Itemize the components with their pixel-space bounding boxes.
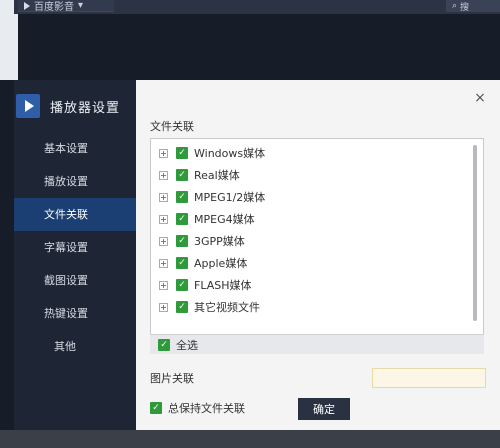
checkbox-checked-icon[interactable]: ✓ [176, 301, 188, 313]
background-search-label: 搜 [460, 2, 470, 13]
expand-icon[interactable] [159, 280, 168, 290]
image-association-heading: 图片关联 [150, 372, 194, 385]
checkbox-checked-icon[interactable]: ✓ [176, 213, 188, 225]
list-scrollbar[interactable] [473, 145, 477, 321]
ok-button[interactable]: 确定 [298, 398, 350, 420]
chevron-down-icon: ▾ [78, 0, 84, 11]
background-app-menu[interactable]: 百度影音 ▾ [18, 0, 114, 13]
background-status-strip [0, 430, 500, 448]
list-item[interactable]: ✓ FLASH媒体 [159, 275, 252, 295]
background-app-title: 百度影音 [34, 2, 74, 13]
expand-icon[interactable] [159, 192, 168, 202]
expand-icon[interactable] [159, 236, 168, 246]
checkbox-checked-icon[interactable]: ✓ [176, 235, 188, 247]
settings-panel: × 文件关联 ✓ Windows媒体 ✓ Real媒体 ✓ MPEG1/2媒体 … [136, 80, 500, 430]
sidebar-item-file-association[interactable]: 文件关联 [14, 198, 136, 231]
sidebar-item-screenshot[interactable]: 截图设置 [14, 264, 136, 297]
file-association-heading: 文件关联 [150, 120, 194, 133]
image-association-field [372, 368, 486, 388]
dialog-title: 播放器设置 [50, 100, 121, 116]
list-item[interactable]: ✓ Apple媒体 [159, 253, 247, 273]
list-item[interactable]: ✓ Windows媒体 [159, 143, 265, 163]
list-item[interactable]: ✓ 其它视频文件 [159, 297, 260, 317]
checkbox-checked-icon[interactable]: ✓ [176, 169, 188, 181]
sidebar-item-other[interactable]: 其他 [14, 330, 136, 363]
checkbox-checked-icon[interactable]: ✓ [158, 338, 170, 351]
list-item[interactable]: ✓ Real媒体 [159, 165, 240, 185]
expand-icon[interactable] [159, 148, 168, 158]
expand-icon[interactable] [159, 258, 168, 268]
file-type-list: ✓ Windows媒体 ✓ Real媒体 ✓ MPEG1/2媒体 ✓ MPEG4… [150, 138, 484, 352]
player-settings-dialog: 播放器设置 基本设置 播放设置 文件关联 字幕设置 截图设置 热键设置 其他 ×… [14, 80, 500, 432]
checkbox-checked-icon[interactable]: ✓ [150, 402, 162, 414]
checkbox-checked-icon[interactable]: ✓ [176, 257, 188, 269]
select-all-row[interactable]: ✓ 全选 [150, 334, 484, 354]
player-logo-icon [16, 94, 40, 118]
list-item[interactable]: ✓ MPEG1/2媒体 [159, 187, 265, 207]
sidebar-item-hotkeys[interactable]: 热键设置 [14, 297, 136, 330]
select-all-label: 全选 [176, 338, 198, 352]
expand-icon[interactable] [159, 170, 168, 180]
sidebar-item-subtitles[interactable]: 字幕设置 [14, 231, 136, 264]
expand-icon[interactable] [159, 214, 168, 224]
list-item[interactable]: ✓ 3GPP媒体 [159, 231, 245, 251]
checkbox-checked-icon[interactable]: ✓ [176, 279, 188, 291]
expand-icon[interactable] [159, 302, 168, 312]
background-search-button[interactable]: ⌕ 搜 [446, 0, 500, 13]
settings-sidebar: 播放器设置 基本设置 播放设置 文件关联 字幕设置 截图设置 热键设置 其他 [14, 80, 136, 430]
search-icon: ⌕ [452, 1, 458, 11]
keep-association-label: 总保持文件关联 [168, 402, 245, 415]
checkbox-checked-icon[interactable]: ✓ [176, 191, 188, 203]
sidebar-item-basic[interactable]: 基本设置 [14, 132, 136, 165]
sidebar-header: 播放器设置 [14, 80, 136, 132]
sidebar-item-playback[interactable]: 播放设置 [14, 165, 136, 198]
close-button[interactable]: × [474, 91, 486, 105]
list-item[interactable]: ✓ MPEG4媒体 [159, 209, 255, 229]
play-logo-icon [24, 1, 30, 10]
keep-association-checkbox[interactable]: ✓ 总保持文件关联 [150, 400, 245, 416]
checkbox-checked-icon[interactable]: ✓ [176, 147, 188, 159]
